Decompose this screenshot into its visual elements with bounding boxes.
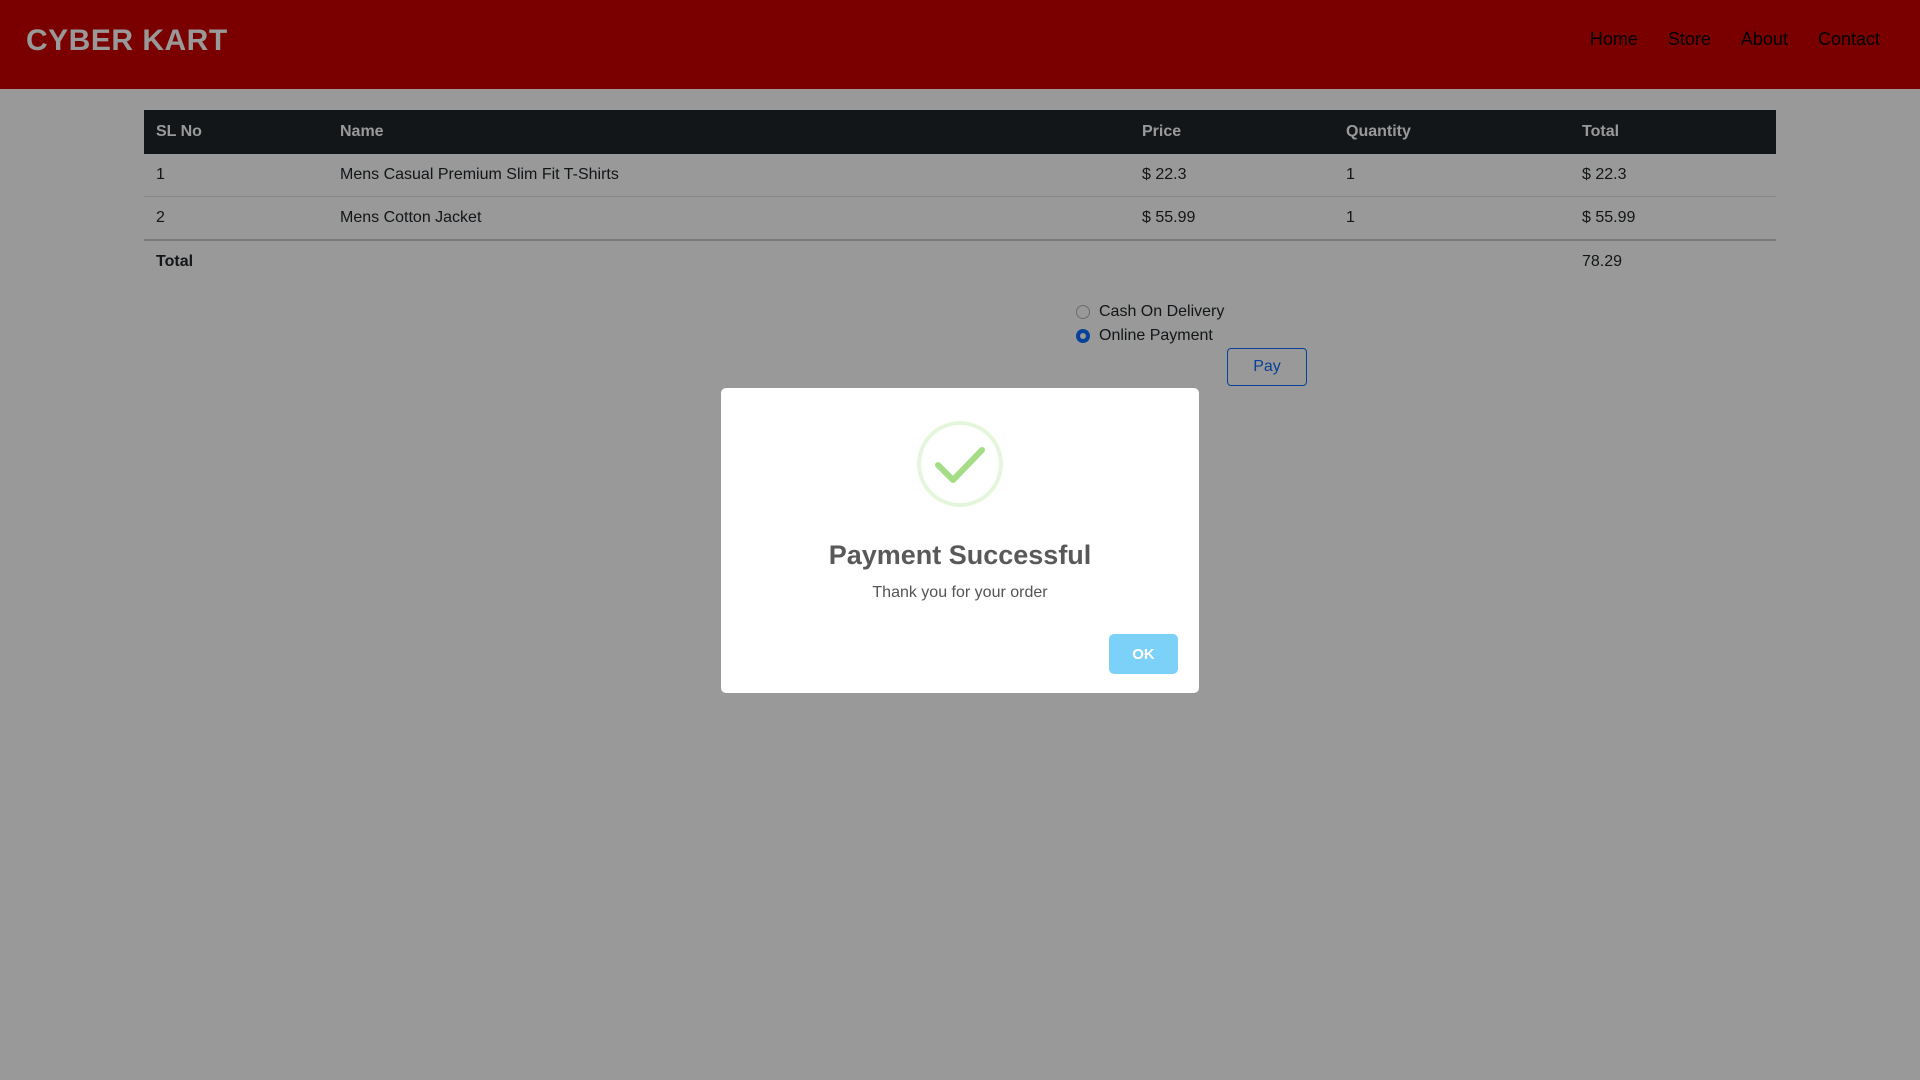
page: CYBER KART Home Store About Contact SL N… (0, 0, 1920, 1080)
ok-button[interactable]: OK (1109, 634, 1178, 674)
payment-success-dialog: Payment Successful Thank you for your or… (721, 388, 1199, 693)
modal-title: Payment Successful (828, 540, 1092, 570)
modal-backdrop[interactable]: Payment Successful Thank you for your or… (0, 0, 1920, 1080)
check-icon (917, 421, 1003, 507)
modal-text: Thank you for your order (872, 584, 1048, 601)
